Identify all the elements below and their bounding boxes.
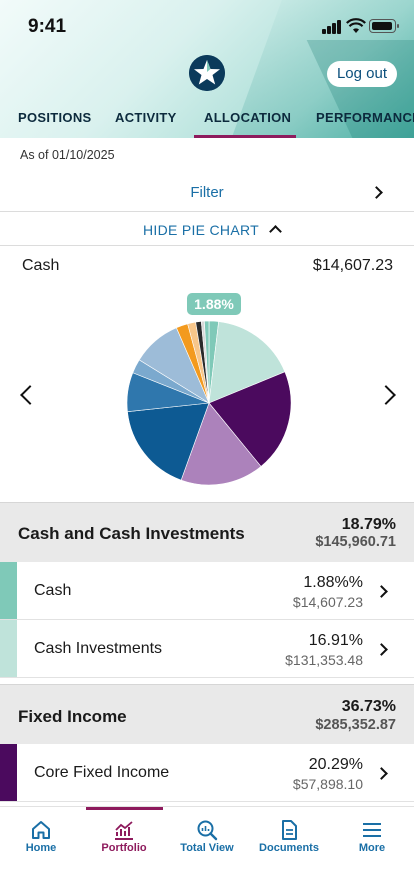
portfolio-chart-icon xyxy=(115,821,133,840)
row-percent: 20.29% xyxy=(308,756,363,773)
as-of-date: As of 01/10/2025 xyxy=(20,148,115,162)
row-color-marker xyxy=(0,562,17,619)
row-percent: 1.88%% xyxy=(303,574,363,591)
chevron-right-icon xyxy=(375,585,388,598)
documents-icon xyxy=(282,820,297,840)
nav-documents[interactable]: Documents xyxy=(248,807,330,867)
selected-slice-value: $14,607.23 xyxy=(312,257,393,274)
selected-slice-name: Cash xyxy=(22,257,60,274)
row-name: Cash Investments xyxy=(34,640,163,657)
row-amount: $14,607.23 xyxy=(292,594,363,610)
chevron-up-icon xyxy=(269,225,282,238)
brand-logo xyxy=(189,55,225,91)
chevron-right-icon xyxy=(375,767,388,780)
slice-callout: 1.88% xyxy=(187,293,241,315)
row-name: Core Fixed Income xyxy=(34,764,170,781)
nav-total-view[interactable]: Total View xyxy=(166,807,248,867)
filter-row[interactable]: Filter xyxy=(0,172,414,212)
row-color-marker xyxy=(0,744,17,801)
battery-icon xyxy=(369,19,399,33)
group-name: Fixed Income xyxy=(18,707,127,726)
group-amount: $285,352.87 xyxy=(315,717,396,733)
group-percent: 18.79% xyxy=(341,516,396,533)
nav-home[interactable]: Home xyxy=(0,807,82,867)
group-percent: 36.73% xyxy=(341,698,396,715)
allocation-pie-chart[interactable]: 1.88% xyxy=(120,285,300,495)
total-view-icon xyxy=(197,820,218,841)
nav-label: More xyxy=(358,842,386,854)
active-tab-indicator xyxy=(194,135,296,138)
tab-positions[interactable]: POSITIONS xyxy=(18,110,92,125)
nav-portfolio[interactable]: Portfolio xyxy=(83,807,165,867)
status-time: 9:41 xyxy=(28,16,67,37)
allocation-row[interactable]: Cash 1.88%% $14,607.23 xyxy=(0,562,414,620)
group-name: Cash and Cash Investments xyxy=(18,524,245,543)
nav-more[interactable]: More xyxy=(331,807,413,867)
filter-label: Filter xyxy=(190,184,224,201)
row-name: Cash xyxy=(34,582,72,599)
cellular-signal-icon xyxy=(322,20,342,34)
allocation-group-header[interactable]: Cash and Cash Investments 18.79% $145,96… xyxy=(0,502,414,562)
logout-button[interactable]: Log out xyxy=(327,61,397,87)
chevron-right-icon xyxy=(375,643,388,656)
previous-slice-arrow[interactable] xyxy=(20,385,40,405)
allocation-row[interactable]: Core Fixed Income 20.29% $57,898.10 xyxy=(0,744,414,802)
tab-activity[interactable]: ACTIVITY xyxy=(115,110,177,125)
nav-label: Documents xyxy=(259,842,319,854)
portfolio-tabs: POSITIONS ACTIVITY ALLOCATION PERFORMANC… xyxy=(0,98,414,138)
home-icon xyxy=(32,821,50,839)
nav-label: Home xyxy=(25,842,57,854)
status-bar: 9:41 xyxy=(0,0,414,54)
row-color-marker xyxy=(0,620,17,677)
hide-pie-chart-label: HIDE PIE CHART xyxy=(143,222,259,238)
row-percent: 16.91% xyxy=(308,632,363,649)
allocation-group-header[interactable]: Fixed Income 36.73% $285,352.87 xyxy=(0,684,414,744)
row-amount: $57,898.10 xyxy=(292,776,363,792)
wifi-icon xyxy=(346,18,366,33)
slice-callout-label: 1.88% xyxy=(194,296,234,312)
group-amount: $145,960.71 xyxy=(315,534,396,550)
tab-allocation[interactable]: ALLOCATION xyxy=(204,110,291,125)
nav-label: Portfolio xyxy=(101,842,147,854)
allocation-row[interactable]: Cash Investments 16.91% $131,353.48 xyxy=(0,620,414,678)
tab-performance[interactable]: PERFORMANCE xyxy=(316,110,414,125)
menu-icon xyxy=(363,823,381,837)
row-amount: $131,353.48 xyxy=(285,652,363,668)
next-slice-arrow[interactable] xyxy=(376,385,396,405)
nav-label: Total View xyxy=(180,842,234,854)
hide-pie-chart-toggle[interactable]: HIDE PIE CHART xyxy=(0,213,414,246)
bottom-navigation: Home Portfolio Total View Documents More xyxy=(0,806,414,896)
